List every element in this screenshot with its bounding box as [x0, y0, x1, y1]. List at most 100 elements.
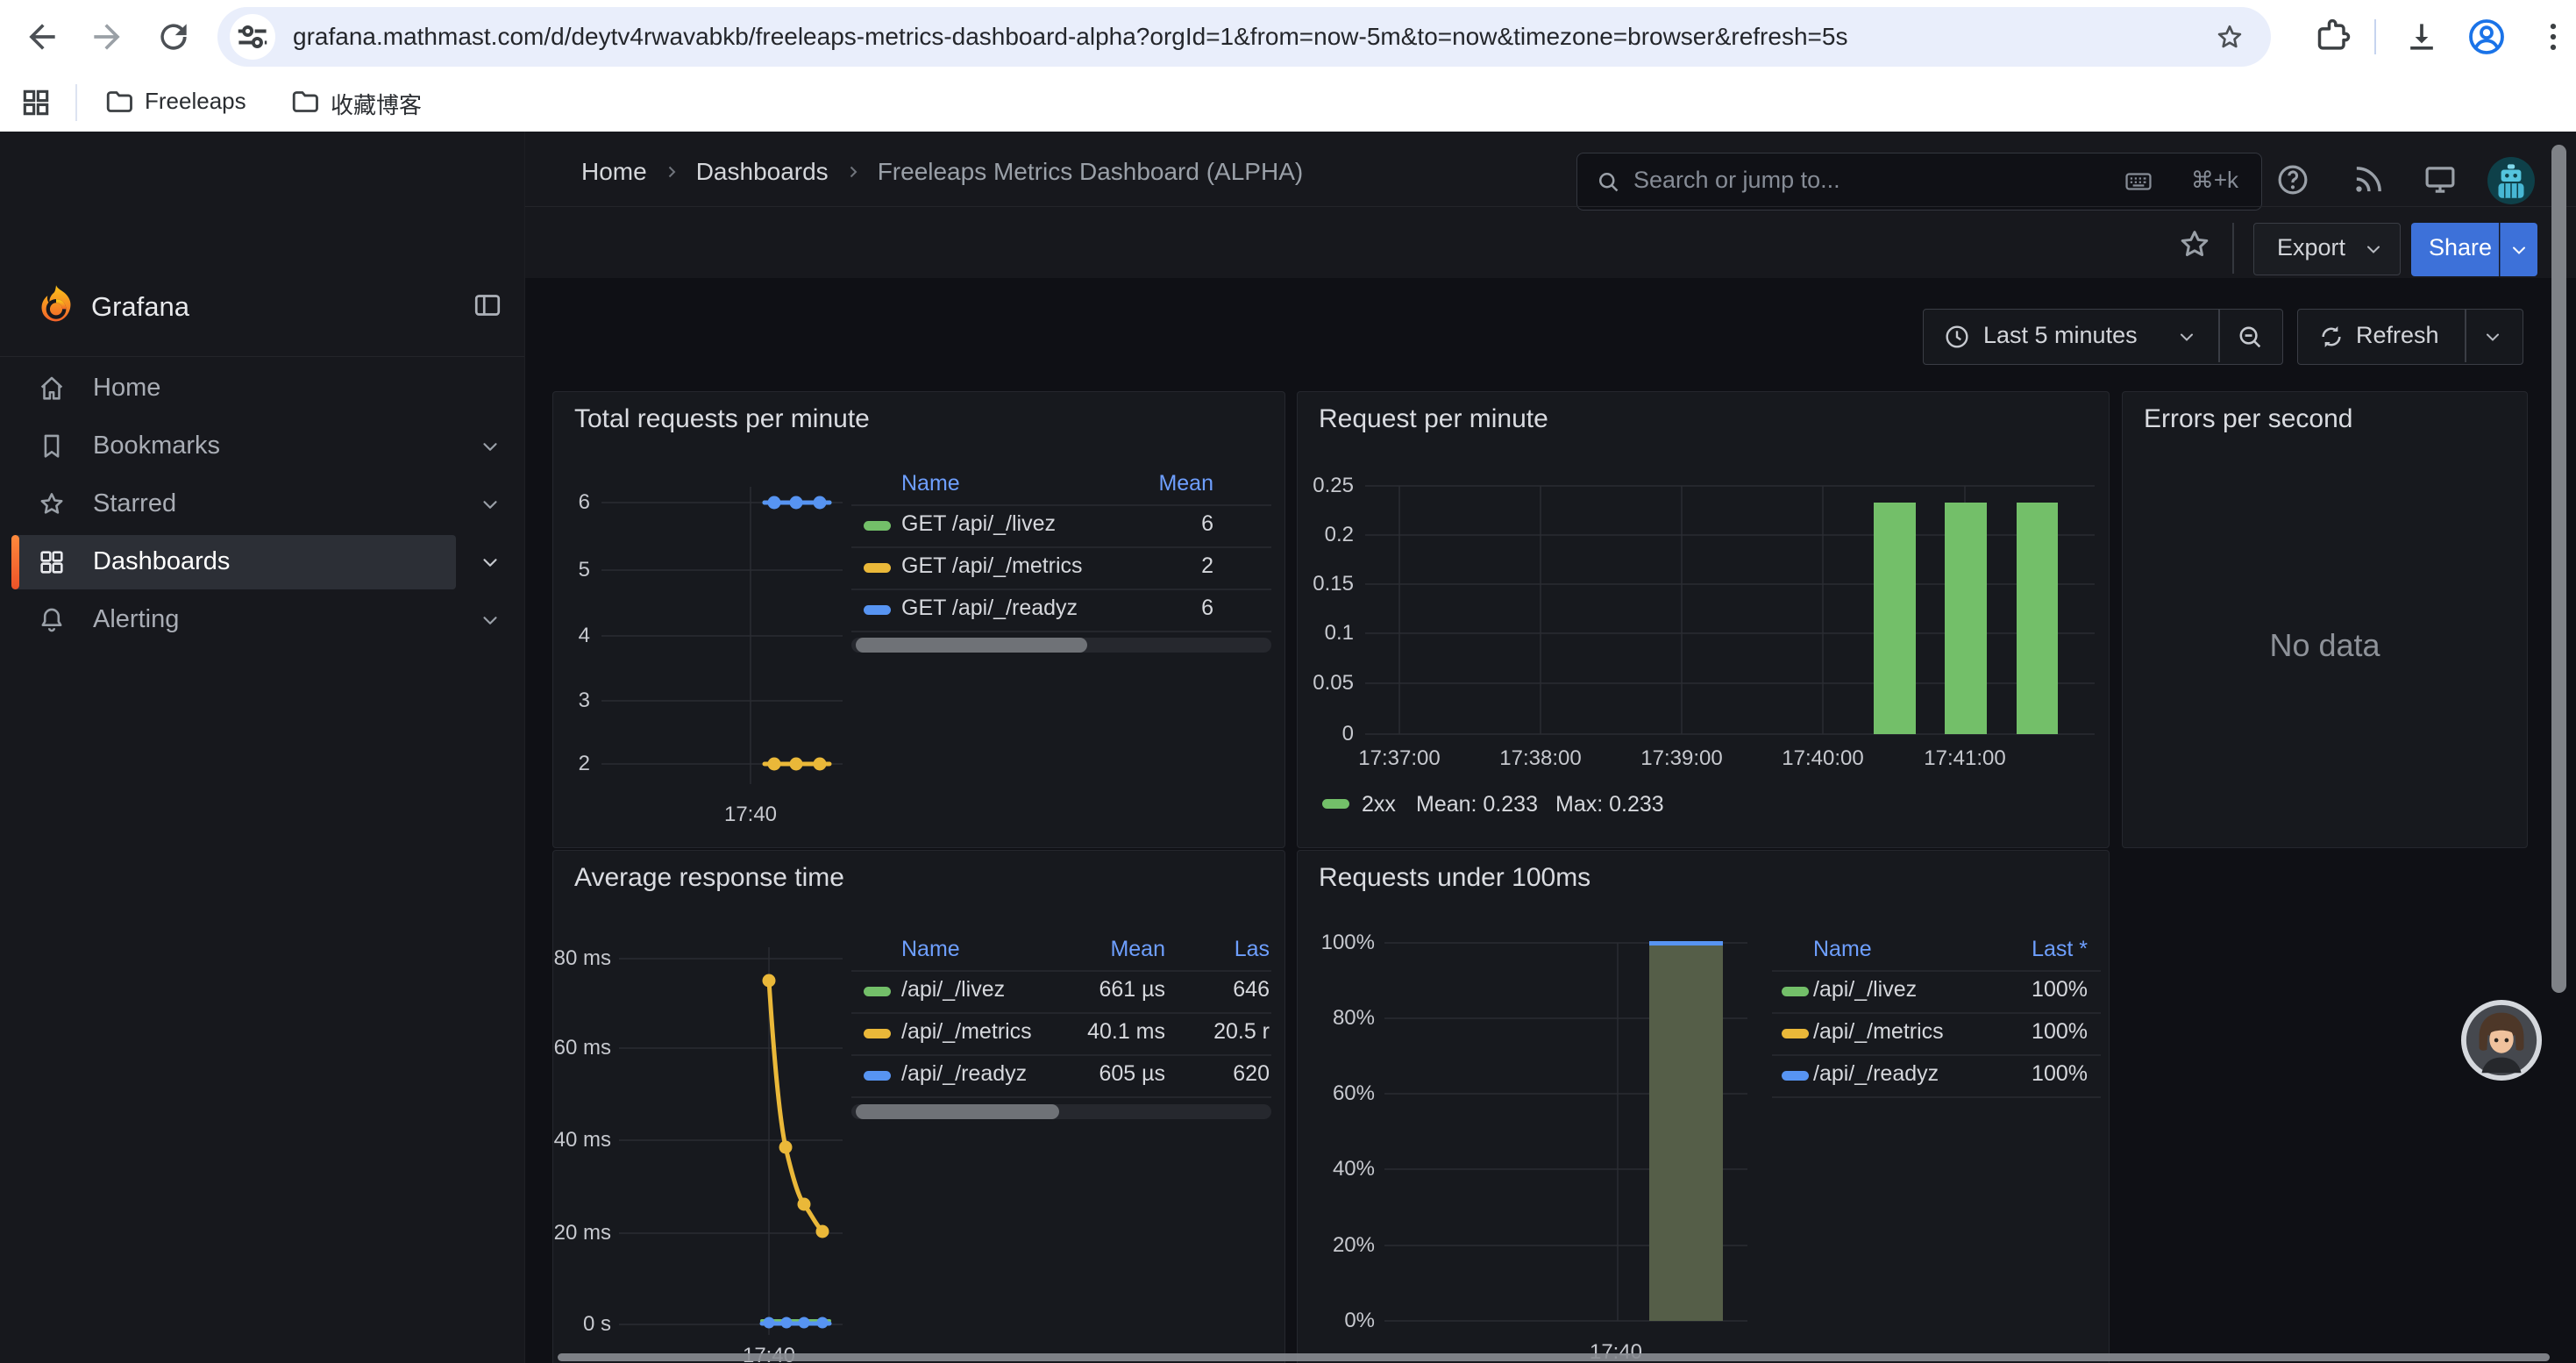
bookmark-item[interactable]: 收藏博客: [331, 88, 422, 120]
refresh-button[interactable]: Refresh: [2297, 309, 2523, 365]
series-name[interactable]: /api/_/livez: [901, 977, 1005, 1003]
dock-sidebar-icon[interactable]: [472, 289, 503, 321]
refresh-label: Refresh: [2356, 322, 2439, 349]
assistant-avatar[interactable]: [2460, 999, 2543, 1081]
series-color-pill: [1322, 799, 1349, 809]
horizontal-scrollbar[interactable]: [558, 1353, 2550, 1361]
y-tick: 100%: [1298, 931, 1375, 955]
apps-grid-icon[interactable]: [19, 86, 53, 119]
table-row[interactable]: /api/_/metrics 100%: [1772, 1012, 2101, 1056]
chevron-down-icon[interactable]: [479, 551, 502, 574]
zoom-out-icon: [2235, 322, 2265, 352]
panel-title[interactable]: Errors per second: [2144, 404, 2352, 434]
download-icon[interactable]: [2402, 18, 2441, 56]
table-row[interactable]: /api/_/readyz 605 µs 620: [851, 1054, 1271, 1098]
legend-col-mean[interactable]: Mean: [1158, 471, 1213, 496]
sidebar-item-bookmarks[interactable]: Bookmarks: [0, 417, 524, 475]
rss-icon[interactable]: [2350, 161, 2387, 198]
help-icon[interactable]: [2274, 161, 2311, 198]
address-bar[interactable]: grafana.mathmast.com/d/deytv4rwavabkb/fr…: [217, 7, 2271, 67]
sidebar-item-dashboards[interactable]: Dashboards: [0, 533, 524, 591]
panel-avg-response-time[interactable]: Average response time 80 ms 60 ms 40 ms …: [552, 850, 1285, 1363]
search-input[interactable]: Search or jump to... ⌘+k: [1576, 153, 2262, 211]
legend-scrollbar[interactable]: [851, 638, 1271, 653]
legend-col-name[interactable]: Name: [901, 471, 960, 496]
forward-icon[interactable]: [88, 18, 126, 56]
back-icon[interactable]: [23, 18, 61, 56]
panel-request-per-minute[interactable]: Request per minute 0.25 0.2 0.15 0.1 0.0…: [1297, 391, 2110, 848]
y-tick: 40 ms: [553, 1128, 611, 1152]
y-tick: 0.1: [1298, 621, 1354, 646]
x-tick: 17:40: [698, 803, 803, 827]
table-row[interactable]: /api/_/readyz 100%: [1772, 1054, 2101, 1098]
table-row[interactable]: /api/_/livez 100%: [1772, 970, 2101, 1014]
y-tick: 0.15: [1298, 572, 1354, 596]
grafana-brand[interactable]: Grafana: [91, 291, 189, 323]
series-name[interactable]: 2xx: [1362, 792, 1396, 817]
legend-col-last[interactable]: Last *: [2032, 937, 2088, 962]
sidebar-item-alerting[interactable]: Alerting: [0, 591, 524, 649]
legend-col-last[interactable]: Las: [1235, 937, 1270, 962]
folder-icon[interactable]: [103, 86, 135, 118]
y-tick: 20%: [1298, 1233, 1375, 1258]
url-text[interactable]: grafana.mathmast.com/d/deytv4rwavabkb/fr…: [293, 23, 1847, 51]
site-info-icon[interactable]: [230, 14, 275, 60]
series-color-pill: [864, 1071, 891, 1081]
y-tick: 5: [553, 558, 590, 582]
y-tick: 80 ms: [553, 946, 611, 971]
legend-col-mean[interactable]: Mean: [1110, 937, 1165, 962]
sidebar-item-home[interactable]: Home: [0, 360, 524, 417]
vertical-scrollbar[interactable]: [2551, 145, 2566, 993]
table-row[interactable]: GET /api/_/metrics 2: [851, 546, 1271, 590]
table-row[interactable]: /api/_/metrics 40.1 ms 20.5 r: [851, 1012, 1271, 1056]
panel-errors-per-second[interactable]: Errors per second No data: [2122, 391, 2528, 848]
sidebar-divider: [0, 356, 524, 357]
legend-col-name[interactable]: Name: [901, 937, 960, 962]
share-dropdown-button[interactable]: [2500, 223, 2537, 276]
breadcrumb-dashboards[interactable]: Dashboards: [696, 158, 829, 186]
chevron-down-icon[interactable]: [479, 435, 502, 458]
legend-scrollbar-thumb[interactable]: [856, 638, 1087, 653]
series-name[interactable]: /api/_/readyz: [901, 1061, 1027, 1087]
sidebar-item-label: Bookmarks: [93, 432, 220, 460]
series-name[interactable]: /api/_/livez: [1813, 977, 1917, 1003]
share-button[interactable]: Share: [2411, 223, 2499, 276]
extensions-icon[interactable]: [2315, 18, 2353, 56]
topnav-row-divider: [524, 206, 2576, 207]
sidebar-edge: [524, 132, 525, 1363]
user-avatar[interactable]: [2487, 156, 2536, 205]
legend-scrollbar[interactable]: [851, 1104, 1271, 1119]
table-row[interactable]: /api/_/livez 661 µs 646: [851, 970, 1271, 1014]
bookmark-star-icon[interactable]: [2213, 21, 2246, 54]
series-name[interactable]: /api/_/metrics: [901, 1019, 1032, 1045]
breadcrumb-home[interactable]: Home: [581, 158, 647, 186]
series-name[interactable]: GET /api/_/livez: [901, 511, 1056, 537]
series-name[interactable]: GET /api/_/metrics: [901, 553, 1083, 579]
series-name[interactable]: /api/_/metrics: [1813, 1019, 1944, 1045]
folder-icon[interactable]: [289, 86, 321, 118]
grafana-logo[interactable]: [33, 282, 79, 328]
legend-col-name[interactable]: Name: [1813, 937, 1872, 962]
series-last: 100%: [2032, 977, 2088, 1003]
bookmarks-icon: [37, 432, 67, 461]
table-row[interactable]: GET /api/_/livez 6: [851, 504, 1271, 548]
table-row[interactable]: GET /api/_/readyz 6: [851, 589, 1271, 632]
reload-icon[interactable]: [154, 18, 193, 56]
sidebar-item-starred[interactable]: Starred: [0, 475, 524, 533]
panel-requests-under-100ms[interactable]: Requests under 100ms 100% 80% 60% 40% 20…: [1297, 850, 2110, 1363]
chevron-down-icon[interactable]: [479, 493, 502, 516]
bar: [1945, 503, 1987, 734]
profile-icon[interactable]: [2466, 16, 2508, 58]
star-icon[interactable]: [2176, 226, 2213, 263]
series-name[interactable]: GET /api/_/readyz: [901, 596, 1078, 621]
bookmark-item[interactable]: Freeleaps: [145, 88, 246, 115]
chevron-down-icon[interactable]: [479, 609, 502, 632]
series-name[interactable]: /api/_/readyz: [1813, 1061, 1939, 1087]
panel-total-requests[interactable]: Total requests per minute 6 5 4 3 2 17:4…: [552, 391, 1285, 848]
menu-kebab-icon[interactable]: [2534, 18, 2572, 56]
time-range-picker[interactable]: Last 5 minutes: [1923, 309, 2283, 365]
series-color-pill: [1782, 1029, 1809, 1038]
monitor-icon[interactable]: [2422, 161, 2459, 198]
legend-scrollbar-thumb[interactable]: [856, 1104, 1059, 1119]
export-button[interactable]: Export: [2253, 223, 2401, 275]
